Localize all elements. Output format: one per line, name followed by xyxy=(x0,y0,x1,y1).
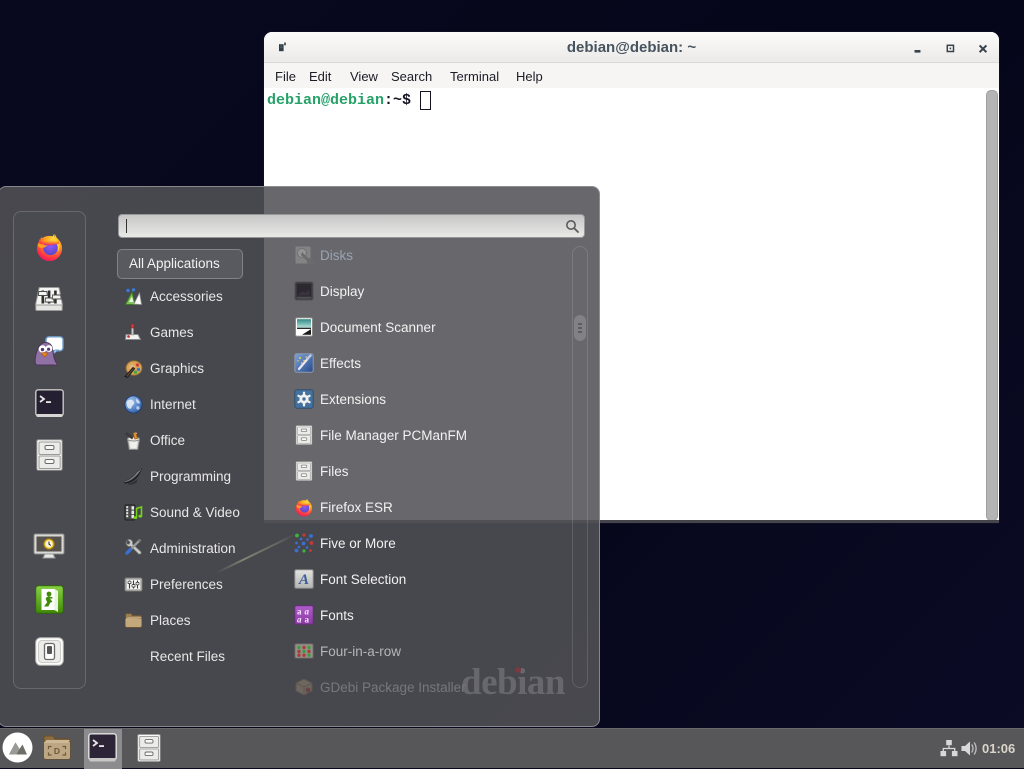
svg-text:A: A xyxy=(298,572,309,588)
svg-text:D: D xyxy=(54,746,60,756)
svg-text:a: a xyxy=(305,615,310,625)
svg-text:a: a xyxy=(297,615,302,625)
